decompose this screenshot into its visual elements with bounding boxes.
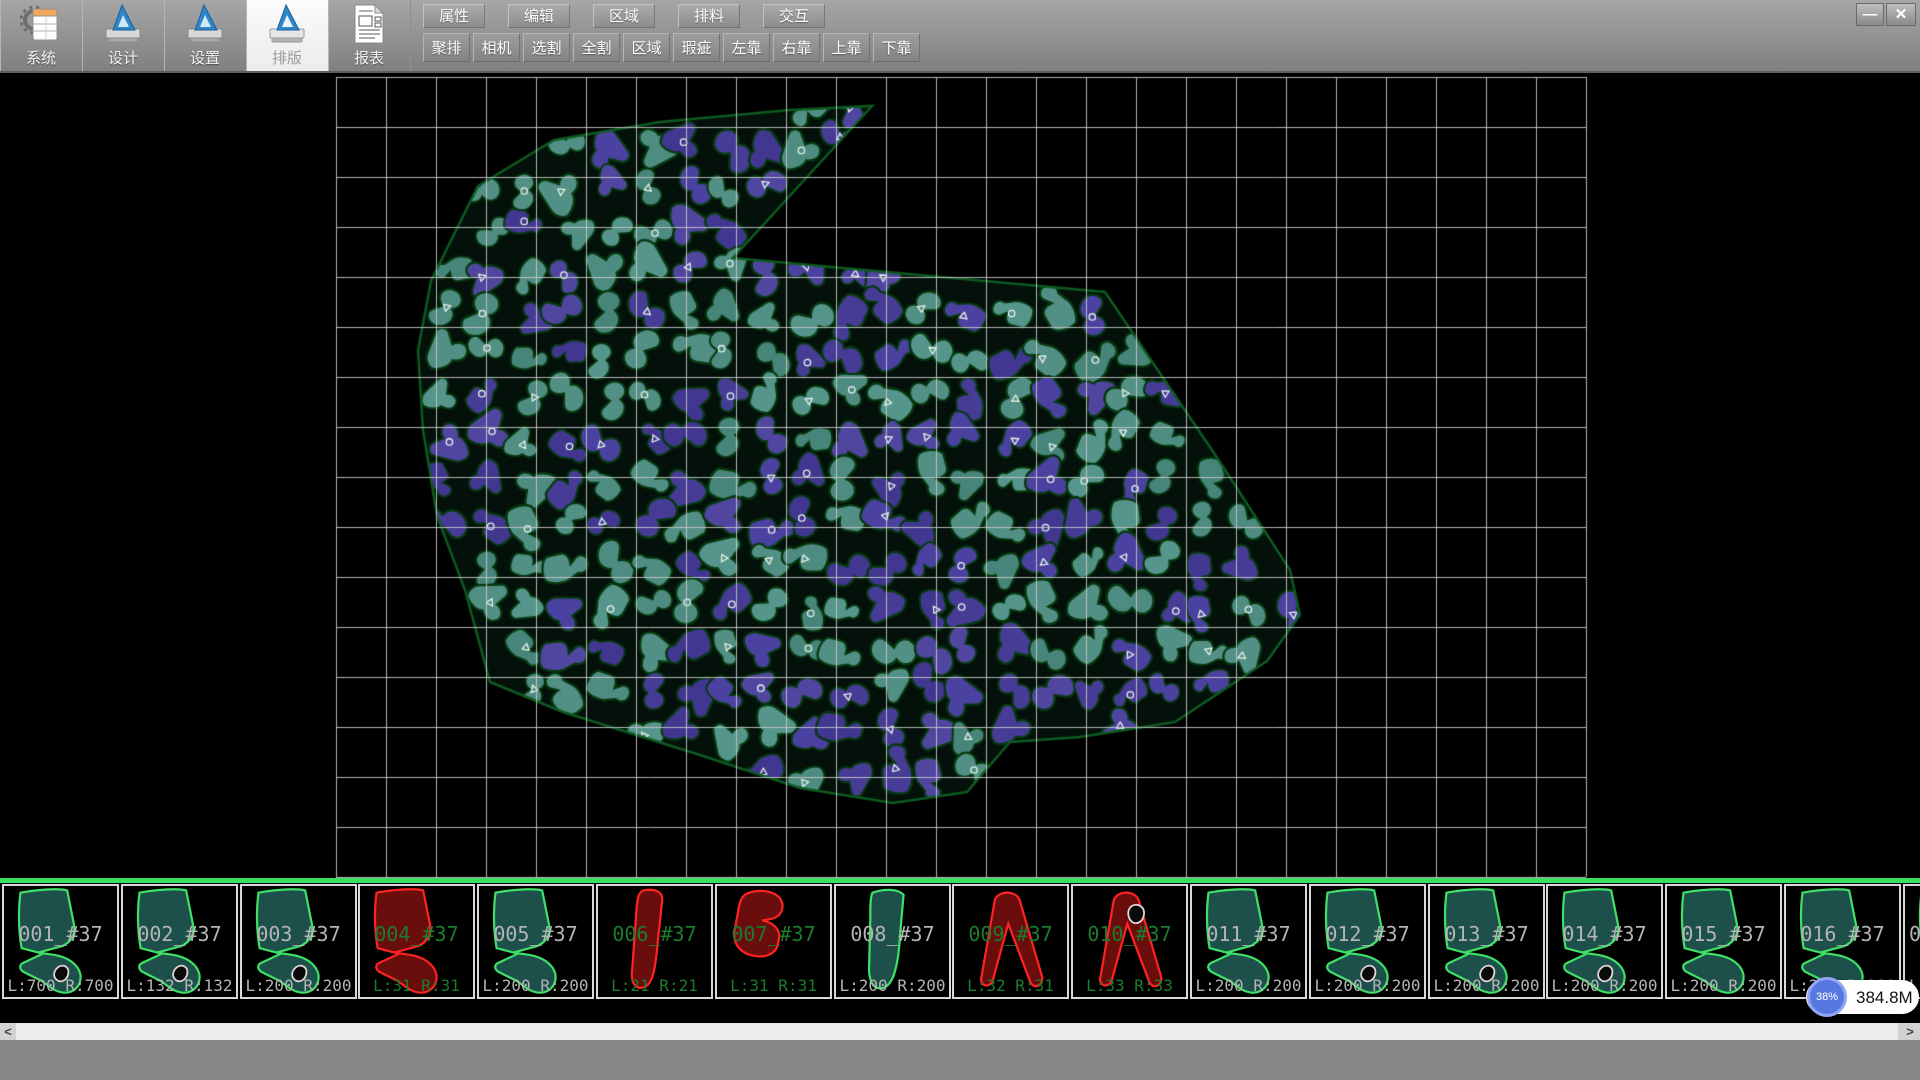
piece-id-label: 017_#37 bbox=[1905, 922, 1920, 946]
piece-thumbnail-015_#37[interactable]: 015_#37 L:200 R:200 bbox=[1665, 884, 1782, 999]
piece-thumbnail-012_#37[interactable]: 012_#37 L:200 R:200 bbox=[1309, 884, 1426, 999]
tool-button-cut-all[interactable]: 全割 bbox=[573, 33, 620, 62]
piece-id-label: 014_#37 bbox=[1548, 922, 1661, 946]
scroll-right-arrow[interactable]: > bbox=[1902, 1023, 1918, 1040]
ribbon-tab-label: 报表 bbox=[328, 47, 410, 68]
piece-thumbnail-011_#37[interactable]: 011_#37 L:200 R:200 bbox=[1190, 884, 1307, 999]
piece-lr-count-label: L:200 R:200 bbox=[836, 976, 949, 995]
ribbon-tab-nesting[interactable]: 排版 bbox=[246, 0, 329, 71]
tool-button-align-right[interactable]: 右靠 bbox=[773, 33, 820, 62]
menu-tab-properties[interactable]: 属性 bbox=[423, 4, 485, 28]
piece-lr-count-label: L:200 R:200 bbox=[1311, 976, 1424, 995]
tool-button-region[interactable]: 区域 bbox=[623, 33, 670, 62]
piece-lr-count-label: L:32 R:31 bbox=[954, 976, 1067, 995]
ribbon-tab-settings[interactable]: 设置 bbox=[164, 0, 247, 71]
piece-lr-count-label: L:200 R:200 bbox=[1667, 976, 1780, 995]
piece-thumbnail-007_#37[interactable]: 007_#37 L:31 R:31 bbox=[715, 884, 832, 999]
piece-thumbnail-002_#37[interactable]: 002_#37 L:132 R:132 bbox=[121, 884, 238, 999]
nesting-canvas[interactable] bbox=[0, 73, 1920, 878]
piece-thumbnail-005_#37[interactable]: 005_#37 L:200 R:200 bbox=[477, 884, 594, 999]
memory-usage-label: 384.8M bbox=[1856, 988, 1913, 1008]
scroll-left-arrow[interactable]: < bbox=[0, 1023, 16, 1040]
piece-id-label: 002_#37 bbox=[123, 922, 236, 946]
piece-thumbnail-010_#37[interactable]: 010_#37 L:33 R:33 bbox=[1071, 884, 1188, 999]
piece-thumbnail-013_#37[interactable]: 013_#37 L:200 R:200 bbox=[1428, 884, 1545, 999]
ribbon-tab-label: 设计 bbox=[82, 47, 164, 68]
nesting-ruler-icon bbox=[265, 2, 309, 46]
menu-tab-nest[interactable]: 排料 bbox=[678, 4, 740, 28]
piece-id-label: 011_#37 bbox=[1192, 922, 1305, 946]
piece-lr-count-label: L:33 R:33 bbox=[1073, 976, 1186, 995]
piece-id-label: 013_#37 bbox=[1430, 922, 1543, 946]
piece-id-label: 005_#37 bbox=[479, 922, 592, 946]
ribbon-tab-report[interactable]: 报表 bbox=[328, 0, 411, 71]
utilization-percent-badge: 38% bbox=[1807, 977, 1847, 1017]
ribbon-tab-system[interactable]: 系统 bbox=[0, 0, 83, 71]
main-toolbar: 系统 设计 设置 bbox=[0, 0, 1920, 73]
piece-id-label: 016_#37 bbox=[1786, 922, 1899, 946]
ribbon-tab-label: 排版 bbox=[246, 47, 328, 68]
piece-lr-count-label: L:132 R:132 bbox=[123, 976, 236, 995]
piece-thumbnail-strip: 001_#37L:700 R:700002_#37L:132 R:132003_… bbox=[0, 883, 1920, 1002]
piece-lr-count-label: L:31 R:31 bbox=[717, 976, 830, 995]
bottom-status-band bbox=[0, 1040, 1920, 1080]
piece-lr-count-label: L:21 R:21 bbox=[598, 976, 711, 995]
menu-tab-interact[interactable]: 交互 bbox=[763, 4, 825, 28]
scrollbar-thumb[interactable] bbox=[16, 1023, 1898, 1040]
horizontal-scrollbar[interactable]: < > bbox=[0, 1023, 1920, 1040]
piece-thumbnail-004_#37[interactable]: 004_#37 L:31 R:31 bbox=[358, 884, 475, 999]
minimize-button[interactable]: — bbox=[1856, 3, 1884, 26]
piece-id-label: 004_#37 bbox=[360, 922, 473, 946]
design-ruler-icon bbox=[101, 2, 145, 46]
menu-tab-region[interactable]: 区域 bbox=[593, 4, 655, 28]
piece-lr-count-label: L:200 R:200 bbox=[1192, 976, 1305, 995]
piece-id-label: 003_#37 bbox=[242, 922, 355, 946]
piece-lr-count-label: L:200 R:200 bbox=[479, 976, 592, 995]
piece-id-label: 006_#37 bbox=[598, 922, 711, 946]
piece-id-label: 007_#37 bbox=[717, 922, 830, 946]
report-document-icon bbox=[347, 2, 391, 46]
status-badge: 38% 384.8M bbox=[1806, 980, 1919, 1014]
piece-lr-count-label: L:700 R:700 bbox=[4, 976, 117, 995]
tool-button-align-bottom[interactable]: 下靠 bbox=[873, 33, 920, 62]
system-gear-table-icon bbox=[19, 2, 63, 46]
settings-ruler-icon bbox=[183, 2, 227, 46]
tool-button-align-left[interactable]: 左靠 bbox=[723, 33, 770, 62]
piece-thumbnail-008_#37[interactable]: 008_#37 L:200 R:200 bbox=[834, 884, 951, 999]
piece-id-label: 015_#37 bbox=[1667, 922, 1780, 946]
piece-lr-count-label: L:200 R:200 bbox=[1430, 976, 1543, 995]
tool-button-align-top[interactable]: 上靠 bbox=[823, 33, 870, 62]
piece-id-label: 001_#37 bbox=[4, 922, 117, 946]
piece-id-label: 012_#37 bbox=[1311, 922, 1424, 946]
piece-thumbnail-014_#37[interactable]: 014_#37 L:200 R:200 bbox=[1546, 884, 1663, 999]
tool-button-select-cut[interactable]: 选割 bbox=[523, 33, 570, 62]
piece-lr-count-label: L:200 R:200 bbox=[1548, 976, 1661, 995]
piece-id-label: 008_#37 bbox=[836, 922, 949, 946]
tool-button-cluster-nest[interactable]: 聚排 bbox=[423, 33, 470, 62]
ribbon-tab-label: 系统 bbox=[0, 47, 82, 68]
piece-thumbnail-001_#37[interactable]: 001_#37 L:700 R:700 bbox=[2, 884, 119, 999]
piece-lr-count-label: L:31 R:31 bbox=[360, 976, 473, 995]
piece-thumbnail-006_#37[interactable]: 006_#37 L:21 R:21 bbox=[596, 884, 713, 999]
tool-button-defect[interactable]: 瑕疵 bbox=[673, 33, 720, 62]
tool-button-camera[interactable]: 相机 bbox=[473, 33, 520, 62]
menu-tab-edit[interactable]: 编辑 bbox=[508, 4, 570, 28]
piece-id-label: 009_#37 bbox=[954, 922, 1067, 946]
ribbon-tab-design[interactable]: 设计 bbox=[82, 0, 165, 71]
piece-lr-count-label: L:200 R:200 bbox=[242, 976, 355, 995]
piece-id-label: 010_#37 bbox=[1073, 922, 1186, 946]
close-button[interactable]: ✕ bbox=[1886, 3, 1916, 26]
piece-thumbnail-009_#37[interactable]: 009_#37 L:32 R:31 bbox=[952, 884, 1069, 999]
piece-thumbnail-003_#37[interactable]: 003_#37 L:200 R:200 bbox=[240, 884, 357, 999]
ribbon-tab-label: 设置 bbox=[164, 47, 246, 68]
